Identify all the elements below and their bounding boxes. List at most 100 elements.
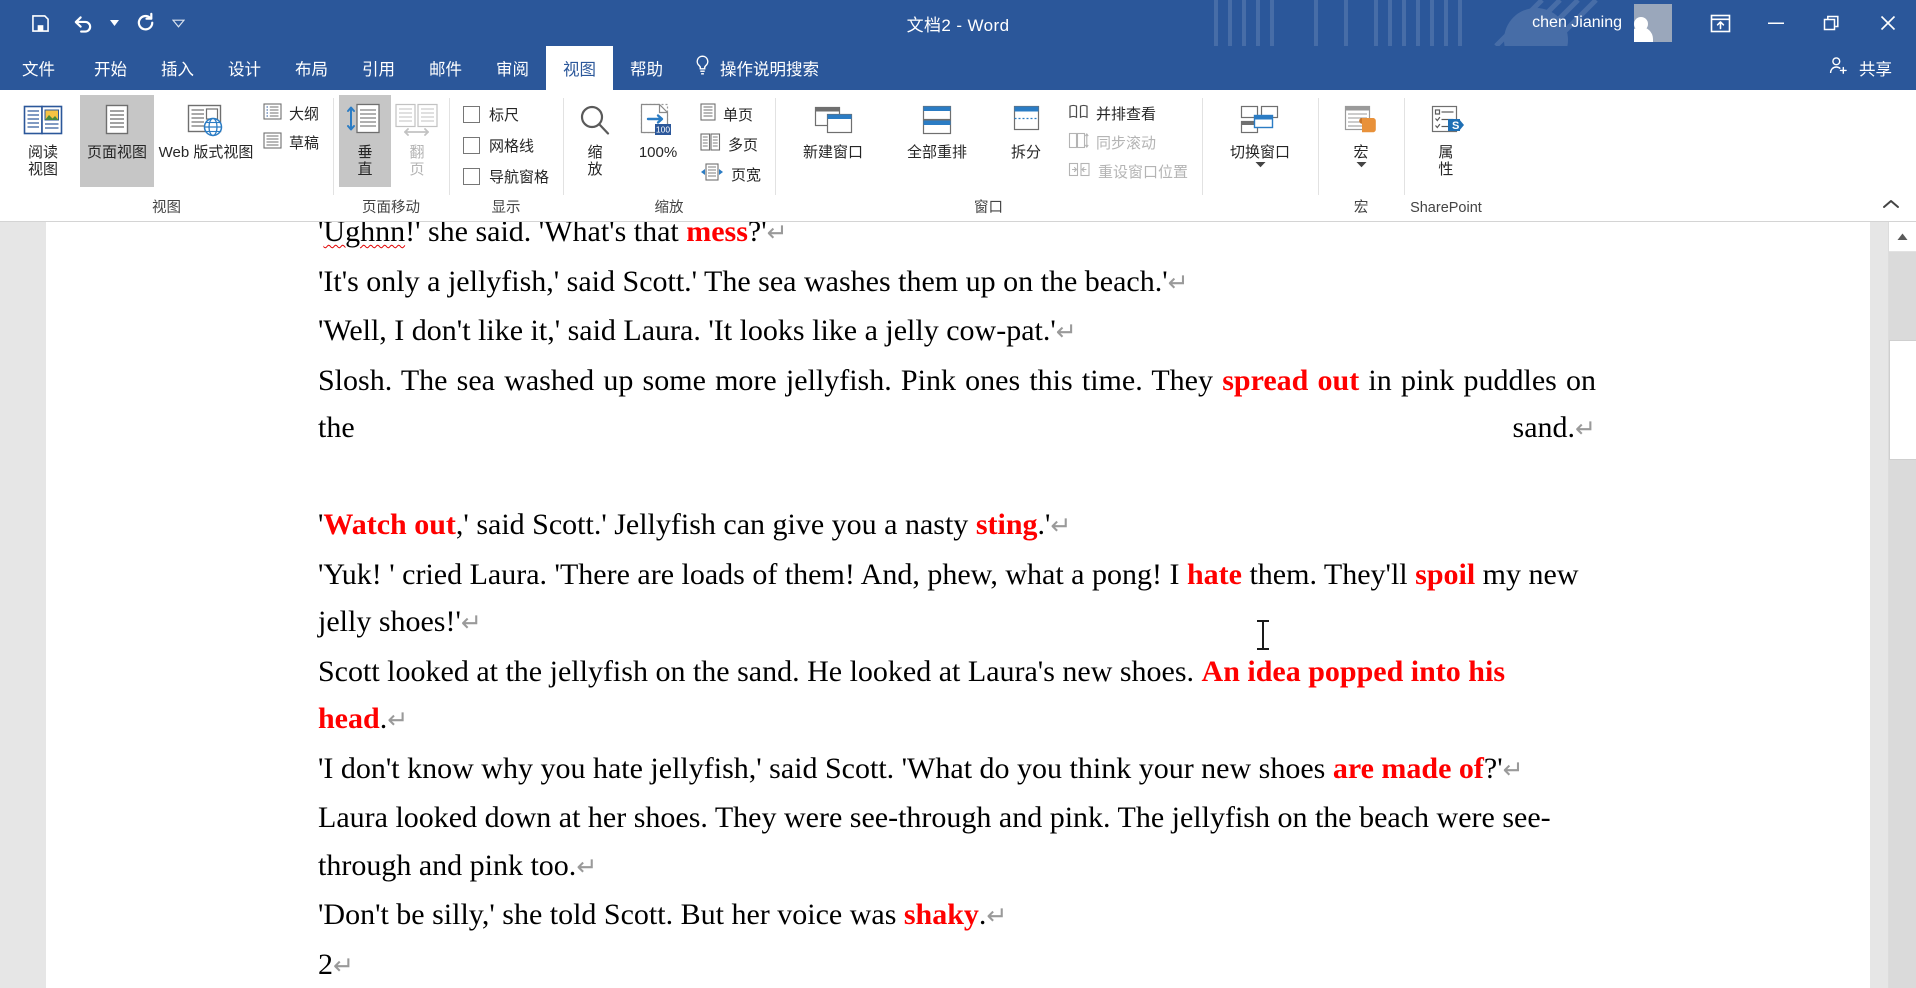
pilcrow-mark: ↵ bbox=[387, 707, 409, 734]
navigation-pane-label: 导航窗格 bbox=[489, 169, 550, 186]
multiple-pages-button[interactable]: 多页 bbox=[695, 130, 769, 158]
navigation-pane-checkbox[interactable]: 导航窗格 bbox=[455, 162, 557, 191]
zoom-button[interactable]: 缩 放 bbox=[569, 95, 621, 187]
gridlines-label: 网格线 bbox=[489, 138, 535, 155]
document-page[interactable]: 'Ughnn!' she said. 'What's that mess?'↵ … bbox=[46, 222, 1870, 988]
pilcrow-mark: ↵ bbox=[576, 853, 598, 881]
draft-view-button[interactable]: 草稿 bbox=[258, 129, 327, 156]
restore-button[interactable] bbox=[1804, 0, 1860, 46]
paragraph: 'Ughnn!' she said. 'What's that mess?'↵ bbox=[318, 222, 1596, 258]
paragraph: 'Yuk! ' cried Laura. 'There are loads of… bbox=[318, 551, 1596, 648]
tab-references[interactable]: 引用 bbox=[345, 46, 412, 90]
run-text-highlight: spread out bbox=[1222, 363, 1360, 397]
ribbon-tab-strip: 文件 开始 插入 设计 布局 引用 邮件 审阅 视图 帮助 操作说明搜索 共享 bbox=[0, 46, 1916, 90]
macros-button[interactable]: 宏 bbox=[1324, 95, 1398, 187]
tab-home[interactable]: 开始 bbox=[77, 46, 144, 90]
synchronous-scrolling-button: 同步滚动 bbox=[1063, 129, 1196, 156]
draft-view-label: 草稿 bbox=[289, 135, 320, 152]
print-layout-button[interactable]: 页面视图 bbox=[80, 95, 154, 187]
tab-file[interactable]: 文件 bbox=[0, 46, 77, 90]
tab-review[interactable]: 审阅 bbox=[479, 46, 546, 90]
page-width-button[interactable]: 页宽 bbox=[695, 160, 769, 188]
view-side-by-side-button[interactable]: 并排查看 bbox=[1063, 100, 1196, 127]
one-page-button[interactable]: 单页 bbox=[695, 100, 769, 128]
tab-insert[interactable]: 插入 bbox=[144, 46, 211, 90]
minimize-button[interactable] bbox=[1748, 0, 1804, 46]
gridlines-checkbox[interactable]: 网格线 bbox=[455, 131, 557, 160]
read-mode-icon bbox=[23, 100, 63, 142]
one-page-icon bbox=[700, 103, 716, 125]
avatar[interactable] bbox=[1634, 4, 1672, 42]
ribbon-group-window: 新建窗口 全部重排 拆分 并排查看 同步滚动 重设窗口位置 窗口 bbox=[775, 90, 1202, 221]
tab-mailings[interactable]: 邮件 bbox=[412, 46, 479, 90]
web-layout-button[interactable]: Web 版式视图 bbox=[154, 95, 258, 187]
outline-view-button[interactable]: 大纲 bbox=[258, 100, 327, 127]
view-side-by-side-label: 并排查看 bbox=[1096, 106, 1157, 123]
undo-dropdown-caret-icon[interactable] bbox=[106, 6, 122, 40]
document-text[interactable]: 'Ughnn!' she said. 'What's that mess?'↵ … bbox=[318, 222, 1596, 988]
tell-me-search[interactable]: 操作说明搜索 bbox=[680, 46, 833, 90]
ribbon: 阅读 视图 页面视图 Web 版式视图 大纲 草稿 视图 垂 直 翻 页 页面移… bbox=[0, 90, 1916, 222]
scrollbar-thumb[interactable] bbox=[1888, 340, 1916, 460]
collapse-ribbon-button[interactable] bbox=[1876, 192, 1906, 216]
synchronous-scrolling-label: 同步滚动 bbox=[1096, 135, 1157, 152]
vertical-scroll-button[interactable]: 垂 直 bbox=[339, 95, 392, 187]
save-button[interactable] bbox=[22, 6, 58, 40]
redo-button[interactable] bbox=[128, 6, 164, 40]
magnifier-icon bbox=[577, 100, 613, 142]
views-small-buttons: 大纲 草稿 bbox=[258, 95, 327, 156]
ribbon-display-options-button[interactable] bbox=[1692, 0, 1748, 46]
properties-button[interactable]: S 属 性 bbox=[1420, 95, 1472, 187]
macros-caret-icon[interactable] bbox=[1326, 161, 1396, 168]
run-text: ?' bbox=[747, 222, 767, 248]
split-button[interactable]: 拆分 bbox=[989, 95, 1063, 187]
ribbon-group-show-label: 显示 bbox=[491, 200, 521, 216]
vertical-scrollbar[interactable] bbox=[1888, 222, 1916, 988]
tab-help[interactable]: 帮助 bbox=[613, 46, 680, 90]
paragraph: 'It's only a jellyfish,' said Scott.' Th… bbox=[318, 258, 1596, 308]
pilcrow-mark: ↵ bbox=[1502, 756, 1524, 784]
pilcrow-mark: ↵ bbox=[986, 903, 1008, 930]
ribbon-group-page-movement-label: 页面移动 bbox=[362, 200, 421, 216]
document-area: 'Ughnn!' she said. 'What's that mess?'↵ … bbox=[0, 222, 1916, 988]
new-window-icon bbox=[810, 100, 856, 142]
run-text-highlight: are made of bbox=[1332, 751, 1484, 785]
tab-layout[interactable]: 布局 bbox=[278, 46, 345, 90]
share-button[interactable]: 共享 bbox=[1805, 46, 1916, 90]
new-window-button[interactable]: 新建窗口 bbox=[781, 95, 885, 187]
ribbon-group-sharepoint: S 属 性 SharePoint bbox=[1404, 90, 1488, 221]
switch-windows-caret-icon[interactable] bbox=[1210, 161, 1310, 168]
zoom-100-button[interactable]: 100 100% bbox=[621, 95, 695, 187]
switch-windows-button[interactable]: 切换窗口 bbox=[1208, 95, 1312, 187]
navigation-pane-checkbox-box bbox=[463, 168, 481, 185]
misspelled-word: Ughnn bbox=[323, 222, 406, 248]
arrange-all-button[interactable]: 全部重排 bbox=[885, 95, 989, 187]
scrollbar-track[interactable] bbox=[1888, 252, 1916, 988]
zoom-100-icon: 100 bbox=[636, 100, 680, 142]
customize-qat-button[interactable] bbox=[170, 6, 186, 40]
run-text: 'Yuk! ' cried Laura. 'There are loads of… bbox=[318, 557, 1187, 591]
scroll-up-button[interactable] bbox=[1888, 222, 1916, 252]
account-name[interactable]: chen Jianing bbox=[1532, 14, 1634, 32]
run-text: !' she said. 'What's that bbox=[405, 222, 687, 248]
tab-design[interactable]: 设计 bbox=[211, 46, 278, 90]
run-text-highlight: sting bbox=[975, 508, 1038, 541]
ribbon-group-macros: 宏 宏 bbox=[1318, 90, 1404, 221]
read-mode-label: 阅读 视图 bbox=[27, 144, 58, 178]
split-label: 拆分 bbox=[1011, 144, 1042, 161]
switch-windows-icon bbox=[1237, 100, 1283, 142]
vertical-scroll-icon bbox=[345, 100, 385, 142]
ribbon-group-views: 阅读 视图 页面视图 Web 版式视图 大纲 草稿 视图 bbox=[0, 90, 333, 221]
undo-button[interactable] bbox=[64, 6, 100, 40]
tab-view[interactable]: 视图 bbox=[546, 46, 613, 90]
side-to-side-button: 翻 页 bbox=[391, 95, 443, 187]
close-button[interactable] bbox=[1860, 0, 1916, 46]
outline-view-label: 大纲 bbox=[289, 106, 320, 123]
web-layout-label: Web 版式视图 bbox=[158, 144, 254, 161]
draft-icon bbox=[263, 132, 282, 153]
ribbon-group-zoom-label: 缩放 bbox=[654, 200, 684, 216]
run-text: ?' bbox=[1483, 751, 1503, 785]
pilcrow-mark: ↵ bbox=[1575, 416, 1596, 443]
ruler-checkbox[interactable]: 标尺 bbox=[455, 100, 557, 129]
read-mode-button[interactable]: 阅读 视图 bbox=[6, 95, 80, 187]
